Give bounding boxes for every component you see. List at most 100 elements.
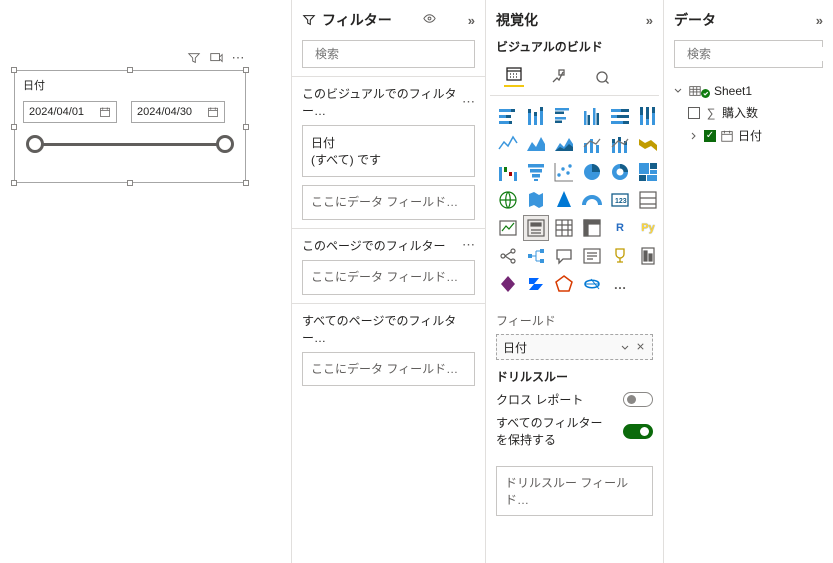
shape-icon[interactable] — [552, 272, 576, 296]
field-well[interactable]: 日付 — [496, 334, 653, 360]
clustered-column-chart-icon[interactable] — [580, 104, 604, 128]
stacked-bar-chart-icon[interactable] — [496, 104, 520, 128]
r-visual-icon[interactable]: R — [608, 216, 632, 240]
key-influencers-icon[interactable] — [496, 244, 520, 268]
funnel-chart-icon[interactable] — [524, 160, 548, 184]
power-automate-icon[interactable] — [524, 272, 548, 296]
field-checkbox[interactable] — [688, 107, 700, 119]
resize-handle[interactable] — [127, 180, 133, 186]
date-from-input[interactable]: 2024/04/01 — [23, 101, 117, 123]
python-visual-icon[interactable]: Py — [636, 216, 660, 240]
slider-thumb-right[interactable] — [216, 135, 234, 153]
remove-field-icon[interactable] — [635, 341, 646, 352]
scatter-chart-icon[interactable] — [552, 160, 576, 184]
line-stacked-column-icon[interactable] — [608, 132, 632, 156]
sigma-icon: ∑ — [704, 106, 718, 120]
pie-chart-icon[interactable] — [580, 160, 604, 184]
resize-handle[interactable] — [11, 67, 17, 73]
smart-narrative-icon[interactable] — [580, 244, 604, 268]
ribbon-chart-icon[interactable] — [636, 132, 660, 156]
paginated-report-icon[interactable] — [636, 244, 660, 268]
viz-pane-title: 視覚化 — [496, 10, 538, 30]
data-search[interactable] — [674, 40, 823, 68]
map-icon[interactable] — [496, 188, 520, 212]
matrix-icon[interactable] — [580, 216, 604, 240]
goals-icon[interactable] — [608, 244, 632, 268]
fields-well-label: フィールド — [486, 304, 663, 334]
visual-filters-label: このビジュアルでのフィルター… — [302, 85, 462, 119]
analytics-tab[interactable] — [592, 67, 612, 87]
azure-map-icon[interactable] — [552, 188, 576, 212]
card-icon[interactable]: 123 — [608, 188, 632, 212]
build-tab[interactable] — [504, 67, 524, 87]
filled-map-icon[interactable] — [524, 188, 548, 212]
table-node[interactable]: Sheet1 — [670, 80, 827, 101]
keep-filters-toggle[interactable] — [623, 424, 653, 439]
collapse-pane-icon[interactable]: » — [816, 13, 823, 28]
check-badge-icon — [701, 89, 710, 98]
multi-row-card-icon[interactable] — [636, 188, 660, 212]
qna-icon[interactable] — [552, 244, 576, 268]
resize-handle[interactable] — [11, 180, 17, 186]
donut-chart-icon[interactable] — [608, 160, 632, 184]
decomposition-tree-icon[interactable] — [524, 244, 548, 268]
allpages-filters-label: すべてのページでのフィルター… — [302, 312, 475, 346]
filter-icon[interactable] — [186, 50, 202, 66]
data-search-input[interactable] — [687, 47, 833, 61]
format-tab[interactable] — [548, 67, 568, 87]
chevron-down-icon[interactable] — [672, 85, 684, 97]
collapse-pane-icon[interactable]: » — [468, 13, 475, 28]
drillthrough-drop[interactable]: ドリルスルー フィールド… — [496, 466, 653, 516]
slicer-visual[interactable]: 日付 2024/04/01 2024/04/30 — [14, 70, 246, 183]
stacked-area-chart-icon[interactable] — [552, 132, 576, 156]
more-icon[interactable]: ⋯ — [462, 94, 475, 110]
slicer-title: 日付 — [15, 71, 245, 96]
table-icon[interactable] — [552, 216, 576, 240]
more-icon[interactable]: ⋯ — [462, 237, 475, 253]
more-options-icon[interactable]: ⋯ — [230, 50, 246, 66]
chevron-right-icon[interactable] — [688, 130, 700, 142]
visibility-icon[interactable] — [422, 11, 437, 29]
resize-handle[interactable] — [11, 124, 17, 130]
field-row-qty[interactable]: ∑ 購入数 — [670, 101, 827, 124]
filter-drop-allpages[interactable]: ここにデータ フィールド… — [302, 352, 475, 387]
resize-handle[interactable] — [243, 124, 249, 130]
focus-mode-icon[interactable] — [208, 50, 224, 66]
power-apps-icon[interactable] — [496, 272, 520, 296]
field-row-date[interactable]: ✓ 日付 — [670, 124, 827, 147]
kpi-icon[interactable] — [496, 216, 520, 240]
filter-search-input[interactable] — [315, 47, 470, 61]
filter-card-date[interactable]: 日付 (すべて) です — [302, 125, 475, 177]
hundred-percent-bar-chart-icon[interactable] — [608, 104, 632, 128]
resize-handle[interactable] — [127, 67, 133, 73]
resize-handle[interactable] — [243, 180, 249, 186]
viz-pane-subtitle: ビジュアルのビルド — [486, 38, 663, 61]
gauge-icon[interactable] — [580, 188, 604, 212]
stacked-column-chart-icon[interactable] — [524, 104, 548, 128]
more-visuals-icon[interactable]: … — [608, 272, 632, 296]
arcgis-icon[interactable] — [580, 272, 604, 296]
chevron-down-icon[interactable] — [619, 341, 631, 353]
page-filters-label: このページでのフィルター — [302, 237, 446, 254]
filter-search[interactable] — [302, 40, 475, 68]
clustered-bar-chart-icon[interactable] — [552, 104, 576, 128]
treemap-icon[interactable] — [636, 160, 660, 184]
date-to-input[interactable]: 2024/04/30 — [131, 101, 225, 123]
line-chart-icon[interactable] — [496, 132, 520, 156]
line-clustered-column-icon[interactable] — [580, 132, 604, 156]
cross-report-toggle[interactable] — [623, 392, 653, 407]
waterfall-chart-icon[interactable] — [496, 160, 520, 184]
hundred-percent-column-chart-icon[interactable] — [636, 104, 660, 128]
date-to-value: 2024/04/30 — [137, 106, 192, 118]
report-canvas[interactable]: ⋯ 日付 2024/04/01 2024/04/30 — [0, 0, 291, 563]
drillthrough-title: ドリルスルー — [496, 368, 653, 385]
filter-drop-visual[interactable]: ここにデータ フィールド… — [302, 185, 475, 220]
slicer-slider[interactable] — [35, 143, 225, 146]
collapse-pane-icon[interactable]: » — [646, 13, 653, 28]
slicer-icon[interactable] — [524, 216, 548, 240]
area-chart-icon[interactable] — [524, 132, 548, 156]
filter-drop-page[interactable]: ここにデータ フィールド… — [302, 260, 475, 295]
field-checkbox[interactable]: ✓ — [704, 130, 716, 142]
resize-handle[interactable] — [243, 67, 249, 73]
slider-thumb-left[interactable] — [26, 135, 44, 153]
